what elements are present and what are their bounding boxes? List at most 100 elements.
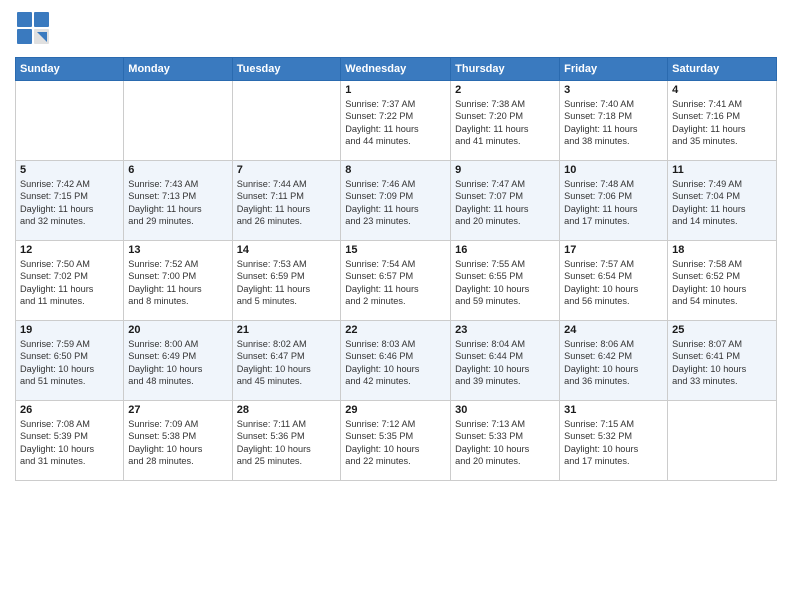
day-info: Sunrise: 8:07 AMSunset: 6:41 PMDaylight:… bbox=[672, 338, 772, 388]
calendar-cell: 15 Sunrise: 7:54 AMSunset: 6:57 PMDayligh… bbox=[341, 241, 451, 321]
day-info: Sunrise: 7:58 AMSunset: 6:52 PMDaylight:… bbox=[672, 258, 772, 308]
calendar-cell: 22 Sunrise: 8:03 AMSunset: 6:46 PMDayligh… bbox=[341, 321, 451, 401]
day-info: Sunrise: 7:37 AMSunset: 7:22 PMDaylight:… bbox=[345, 98, 446, 148]
day-number: 16 bbox=[455, 244, 555, 256]
day-number: 1 bbox=[345, 84, 446, 96]
day-info: Sunrise: 8:04 AMSunset: 6:44 PMDaylight:… bbox=[455, 338, 555, 388]
calendar-cell bbox=[668, 401, 777, 481]
day-info: Sunrise: 7:11 AMSunset: 5:36 PMDaylight:… bbox=[237, 418, 337, 468]
day-info: Sunrise: 8:02 AMSunset: 6:47 PMDaylight:… bbox=[237, 338, 337, 388]
day-number: 28 bbox=[237, 404, 337, 416]
day-number: 25 bbox=[672, 324, 772, 336]
day-info: Sunrise: 7:15 AMSunset: 5:32 PMDaylight:… bbox=[564, 418, 663, 468]
day-info: Sunrise: 8:00 AMSunset: 6:49 PMDaylight:… bbox=[128, 338, 227, 388]
calendar-header-thursday: Thursday bbox=[451, 58, 560, 81]
calendar-week-2: 5 Sunrise: 7:42 AMSunset: 7:15 PMDaylight… bbox=[16, 161, 777, 241]
day-number: 20 bbox=[128, 324, 227, 336]
day-info: Sunrise: 7:43 AMSunset: 7:13 PMDaylight:… bbox=[128, 178, 227, 228]
calendar-header-monday: Monday bbox=[124, 58, 232, 81]
day-number: 3 bbox=[564, 84, 663, 96]
calendar-cell: 4 Sunrise: 7:41 AMSunset: 7:16 PMDaylight… bbox=[668, 81, 777, 161]
day-number: 8 bbox=[345, 164, 446, 176]
day-number: 26 bbox=[20, 404, 119, 416]
page: SundayMondayTuesdayWednesdayThursdayFrid… bbox=[0, 0, 792, 612]
day-info: Sunrise: 7:50 AMSunset: 7:02 PMDaylight:… bbox=[20, 258, 119, 308]
day-info: Sunrise: 7:44 AMSunset: 7:11 PMDaylight:… bbox=[237, 178, 337, 228]
calendar-cell: 17 Sunrise: 7:57 AMSunset: 6:54 PMDayligh… bbox=[560, 241, 668, 321]
day-info: Sunrise: 7:08 AMSunset: 5:39 PMDaylight:… bbox=[20, 418, 119, 468]
day-info: Sunrise: 7:38 AMSunset: 7:20 PMDaylight:… bbox=[455, 98, 555, 148]
calendar-cell bbox=[124, 81, 232, 161]
calendar-cell bbox=[232, 81, 341, 161]
day-info: Sunrise: 7:53 AMSunset: 6:59 PMDaylight:… bbox=[237, 258, 337, 308]
calendar-cell: 6 Sunrise: 7:43 AMSunset: 7:13 PMDaylight… bbox=[124, 161, 232, 241]
day-number: 4 bbox=[672, 84, 772, 96]
calendar-header-saturday: Saturday bbox=[668, 58, 777, 81]
day-info: Sunrise: 8:03 AMSunset: 6:46 PMDaylight:… bbox=[345, 338, 446, 388]
calendar-cell: 30 Sunrise: 7:13 AMSunset: 5:33 PMDayligh… bbox=[451, 401, 560, 481]
day-info: Sunrise: 7:42 AMSunset: 7:15 PMDaylight:… bbox=[20, 178, 119, 228]
calendar-cell: 26 Sunrise: 7:08 AMSunset: 5:39 PMDayligh… bbox=[16, 401, 124, 481]
calendar-cell: 1 Sunrise: 7:37 AMSunset: 7:22 PMDaylight… bbox=[341, 81, 451, 161]
calendar-cell: 5 Sunrise: 7:42 AMSunset: 7:15 PMDaylight… bbox=[16, 161, 124, 241]
day-info: Sunrise: 7:59 AMSunset: 6:50 PMDaylight:… bbox=[20, 338, 119, 388]
calendar-body: 1 Sunrise: 7:37 AMSunset: 7:22 PMDaylight… bbox=[16, 81, 777, 481]
day-number: 21 bbox=[237, 324, 337, 336]
day-info: Sunrise: 7:57 AMSunset: 6:54 PMDaylight:… bbox=[564, 258, 663, 308]
day-number: 19 bbox=[20, 324, 119, 336]
day-info: Sunrise: 7:55 AMSunset: 6:55 PMDaylight:… bbox=[455, 258, 555, 308]
day-number: 11 bbox=[672, 164, 772, 176]
calendar-cell: 28 Sunrise: 7:11 AMSunset: 5:36 PMDayligh… bbox=[232, 401, 341, 481]
day-info: Sunrise: 7:49 AMSunset: 7:04 PMDaylight:… bbox=[672, 178, 772, 228]
calendar-cell: 13Sunrise: 7:52 AMSunset: 7:00 PMDayligh… bbox=[124, 241, 232, 321]
calendar-week-4: 19 Sunrise: 7:59 AMSunset: 6:50 PMDayligh… bbox=[16, 321, 777, 401]
day-info: Sunrise: 7:54 AMSunset: 6:57 PMDaylight:… bbox=[345, 258, 446, 308]
calendar-cell: 8 Sunrise: 7:46 AMSunset: 7:09 PMDaylight… bbox=[341, 161, 451, 241]
calendar-cell: 24 Sunrise: 8:06 AMSunset: 6:42 PMDayligh… bbox=[560, 321, 668, 401]
calendar-cell bbox=[16, 81, 124, 161]
logo-icon bbox=[15, 10, 51, 46]
calendar-cell: 18 Sunrise: 7:58 AMSunset: 6:52 PMDayligh… bbox=[668, 241, 777, 321]
calendar-header-sunday: Sunday bbox=[16, 58, 124, 81]
calendar-cell: 31Sunrise: 7:15 AMSunset: 5:32 PMDayligh… bbox=[560, 401, 668, 481]
day-number: 22 bbox=[345, 324, 446, 336]
day-info: Sunrise: 7:13 AMSunset: 5:33 PMDaylight:… bbox=[455, 418, 555, 468]
calendar-header-friday: Friday bbox=[560, 58, 668, 81]
calendar-week-5: 26 Sunrise: 7:08 AMSunset: 5:39 PMDayligh… bbox=[16, 401, 777, 481]
header bbox=[15, 10, 777, 51]
day-info: Sunrise: 8:06 AMSunset: 6:42 PMDaylight:… bbox=[564, 338, 663, 388]
calendar-cell: 10 Sunrise: 7:48 AMSunset: 7:06 PMDayligh… bbox=[560, 161, 668, 241]
calendar-cell: 19 Sunrise: 7:59 AMSunset: 6:50 PMDayligh… bbox=[16, 321, 124, 401]
day-number: 13 bbox=[128, 244, 227, 256]
day-number: 17 bbox=[564, 244, 663, 256]
calendar-header-tuesday: Tuesday bbox=[232, 58, 341, 81]
day-info: Sunrise: 7:48 AMSunset: 7:06 PMDaylight:… bbox=[564, 178, 663, 228]
calendar-header-row: SundayMondayTuesdayWednesdayThursdayFrid… bbox=[16, 58, 777, 81]
calendar-cell: 20 Sunrise: 8:00 AMSunset: 6:49 PMDayligh… bbox=[124, 321, 232, 401]
calendar-week-1: 1 Sunrise: 7:37 AMSunset: 7:22 PMDaylight… bbox=[16, 81, 777, 161]
day-number: 9 bbox=[455, 164, 555, 176]
calendar-cell: 25 Sunrise: 8:07 AMSunset: 6:41 PMDayligh… bbox=[668, 321, 777, 401]
day-number: 12 bbox=[20, 244, 119, 256]
day-number: 15 bbox=[345, 244, 446, 256]
day-number: 30 bbox=[455, 404, 555, 416]
day-info: Sunrise: 7:46 AMSunset: 7:09 PMDaylight:… bbox=[345, 178, 446, 228]
logo bbox=[15, 10, 54, 51]
calendar-cell: 21 Sunrise: 8:02 AMSunset: 6:47 PMDayligh… bbox=[232, 321, 341, 401]
day-number: 5 bbox=[20, 164, 119, 176]
day-number: 18 bbox=[672, 244, 772, 256]
day-number: 24 bbox=[564, 324, 663, 336]
calendar-cell: 2Sunrise: 7:38 AMSunset: 7:20 PMDaylight… bbox=[451, 81, 560, 161]
calendar-cell: 11 Sunrise: 7:49 AMSunset: 7:04 PMDayligh… bbox=[668, 161, 777, 241]
calendar-table: SundayMondayTuesdayWednesdayThursdayFrid… bbox=[15, 57, 777, 481]
calendar-cell: 3 Sunrise: 7:40 AMSunset: 7:18 PMDaylight… bbox=[560, 81, 668, 161]
calendar-header-wednesday: Wednesday bbox=[341, 58, 451, 81]
day-info: Sunrise: 7:41 AMSunset: 7:16 PMDaylight:… bbox=[672, 98, 772, 148]
calendar-cell: 7 Sunrise: 7:44 AMSunset: 7:11 PMDaylight… bbox=[232, 161, 341, 241]
day-number: 10 bbox=[564, 164, 663, 176]
day-info: Sunrise: 7:40 AMSunset: 7:18 PMDaylight:… bbox=[564, 98, 663, 148]
day-number: 7 bbox=[237, 164, 337, 176]
day-number: 6 bbox=[128, 164, 227, 176]
day-number: 29 bbox=[345, 404, 446, 416]
calendar-cell: 23Sunrise: 8:04 AMSunset: 6:44 PMDayligh… bbox=[451, 321, 560, 401]
